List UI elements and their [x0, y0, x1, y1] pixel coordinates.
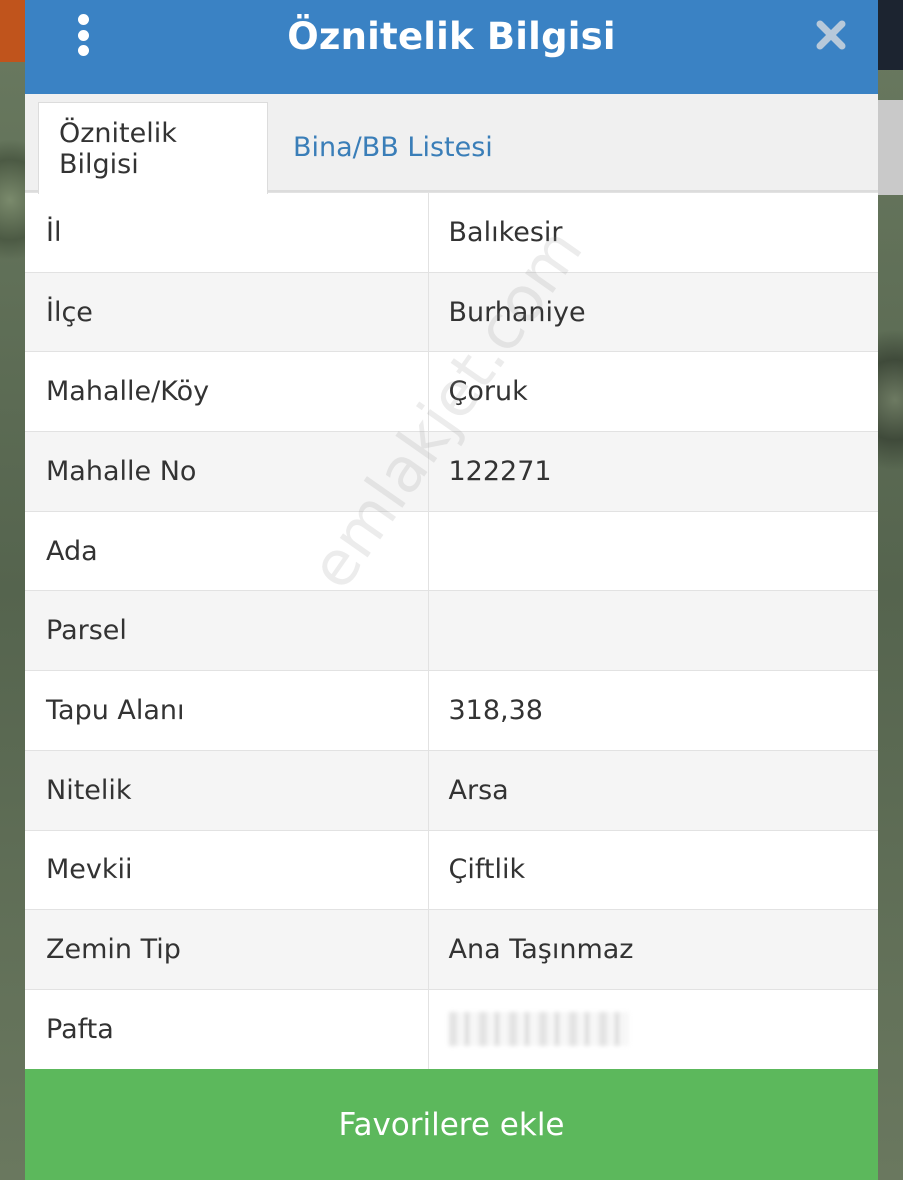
attr-key: Tapu Alanı	[25, 670, 429, 751]
attribute-panel: Öznitelik Bilgisi Öznitelik Bilgisi Bina…	[25, 0, 878, 1180]
kebab-menu-icon[interactable]	[73, 14, 93, 56]
attr-value: Çiftlik	[428, 829, 878, 911]
panel-header: Öznitelik Bilgisi	[25, 0, 878, 94]
table-row: Pafta	[25, 988, 878, 1070]
table-row: İl Balıkesir	[25, 192, 878, 273]
attr-value	[428, 590, 878, 672]
attr-key: Mahalle No	[25, 431, 429, 512]
table-row: Parsel	[25, 590, 878, 672]
attr-key: Mahalle/Köy	[25, 351, 429, 433]
map-edge-right	[878, 0, 903, 70]
attr-key: Parsel	[25, 590, 429, 672]
attr-value: 122271	[428, 431, 878, 512]
table-row: Tapu Alanı 318,38	[25, 670, 878, 751]
table-row: İlçe Burhaniye	[25, 271, 878, 353]
table-row: Mahalle No 122271	[25, 431, 878, 512]
attr-key: Mevkii	[25, 829, 429, 911]
tab-bar: Öznitelik Bilgisi Bina/BB Listesi	[25, 94, 878, 194]
attr-value: Balıkesir	[428, 192, 878, 273]
attr-value	[428, 510, 878, 592]
attr-value: Burhaniye	[428, 271, 878, 353]
table-row: Zemin Tip Ana Taşınmaz	[25, 909, 878, 990]
attr-key: Nitelik	[25, 749, 429, 831]
tab-attribute-info[interactable]: Öznitelik Bilgisi	[38, 102, 268, 194]
attr-key: Ada	[25, 510, 429, 592]
attr-key: Pafta	[25, 988, 429, 1070]
attr-key: İlçe	[25, 271, 429, 353]
attr-key: İl	[25, 192, 429, 273]
attr-value: Arsa	[428, 749, 878, 831]
add-to-favorites-button[interactable]: Favorilere ekle	[25, 1069, 878, 1180]
close-icon[interactable]	[814, 18, 848, 52]
attr-value: Ana Taşınmaz	[428, 909, 878, 990]
tab-building-list[interactable]: Bina/BB Listesi	[273, 102, 513, 192]
map-edge-left	[0, 0, 25, 62]
attr-value-redacted	[428, 988, 878, 1070]
panel-title: Öznitelik Bilgisi	[287, 14, 616, 58]
table-row: Mevkii Çiftlik	[25, 829, 878, 911]
attribute-table: İl Balıkesir İlçe Burhaniye Mahalle/Köy …	[25, 192, 878, 1070]
table-row: Mahalle/Köy Çoruk	[25, 351, 878, 433]
scrollbar[interactable]	[878, 100, 903, 195]
table-row: Ada	[25, 510, 878, 592]
attr-value: Çoruk	[428, 351, 878, 433]
attr-value: 318,38	[428, 670, 878, 751]
table-row: Nitelik Arsa	[25, 749, 878, 831]
redacted-blur	[448, 1012, 629, 1047]
attr-key: Zemin Tip	[25, 909, 429, 990]
